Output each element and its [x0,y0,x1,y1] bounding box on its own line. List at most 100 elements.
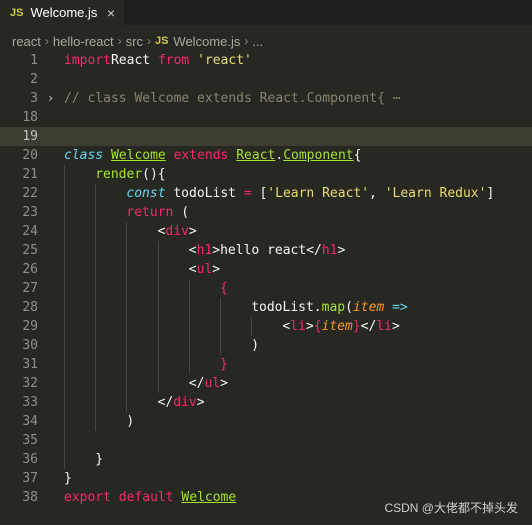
code-token: { [220,281,228,296]
code-token: > [196,395,205,410]
code-line[interactable]: 19 [0,127,532,146]
indent-guide [95,374,97,393]
code-line[interactable]: 32 </ul> [0,374,532,393]
line-number: 20 [22,148,38,163]
code-line[interactable]: 20 class Welcome extends React.Component{ [0,146,532,165]
code-token: ) [251,338,260,353]
javascript-file-icon: JS [154,35,169,47]
code-token: ⋯ [384,91,401,106]
code-line[interactable]: 35 [0,431,532,450]
code-line[interactable]: 2 [0,70,532,89]
watermark: CSDN @大佬都不掉头发 [384,501,518,515]
code-token: map [321,300,346,315]
indent-guide [157,241,159,260]
code-token: Welcome [181,490,237,505]
code-line[interactable]: 26 <ul> [0,260,532,279]
code-token: import [64,53,111,68]
line-number: 24 [22,224,38,239]
tab-welcome-js[interactable]: JS Welcome.js × [0,0,124,25]
close-icon[interactable]: × [107,5,115,21]
code-line[interactable]: 37} [0,469,532,488]
indent-guide [95,260,97,279]
line-number: 37 [22,471,38,486]
code-text: </div> [158,393,205,412]
code-text: <ul> [189,260,220,279]
code-line[interactable]: 36} [0,450,532,469]
code-token: </ [157,395,174,410]
code-token: h1 [321,243,338,258]
code-token: // class Welcome extends React.Component… [64,91,385,106]
code-line[interactable]: 21 render(){ [0,165,532,184]
code-text: } [64,469,72,488]
indent-guide [95,317,97,336]
code-token: todoList [173,186,244,201]
indent-guide [95,222,97,241]
tab-bar: JS Welcome.js × [0,0,532,25]
code-line[interactable]: 3 › // class Welcome extends React.Compone… [0,89,532,108]
chevron-right-icon: › [146,34,151,48]
code-text: const todoList = ['Learn React', 'Learn … [126,184,494,203]
code-text: export default Welcome [64,488,236,507]
code-line[interactable]: 25 <h1>hello react</h1> [0,241,532,260]
indent-guide [64,317,65,336]
indent-guide [157,317,159,336]
indent-guide [126,298,128,317]
code-line[interactable]: 18 [0,108,532,127]
code-token: </ [360,319,377,334]
tab-title: Welcome.js [30,5,98,20]
indent-guide [95,241,97,260]
code-text: ) [251,336,259,355]
indent-guide [64,298,65,317]
indent-guide [220,298,221,317]
line-number: 35 [22,433,38,448]
indent-guide [126,336,128,355]
code-line[interactable]: 1 importReact from 'react' [0,51,532,70]
code-text: { [220,279,228,298]
code-token: } [352,319,361,334]
indent-guide [126,222,128,241]
code-text: } [95,450,103,469]
javascript-file-icon: JS [10,6,24,19]
breadcrumb-item-src[interactable]: src [126,34,143,49]
code-token: h1 [196,243,213,258]
fold-chevron-icon[interactable]: › [47,89,54,108]
code-line[interactable]: 34) [0,412,532,431]
breadcrumb-more[interactable]: ... [252,34,263,49]
code-line[interactable]: 30) [0,336,532,355]
breadcrumb: react › hello-react › src › JS Welcome.j… [0,31,532,51]
code-token: extends [173,148,237,163]
breadcrumb-item-file[interactable]: Welcome.js [173,34,240,49]
breadcrumb-item-react[interactable]: react [12,34,41,49]
code-line[interactable]: 24 <div> [0,222,532,241]
code-line[interactable]: 27 { [0,279,532,298]
code-token: from [157,53,198,68]
line-number: 30 [22,338,38,353]
code-token: > [188,224,197,239]
code-text: ) [126,412,134,431]
code-token: (){ [142,167,166,182]
code-token: } [64,471,72,486]
code-token: { [353,148,362,163]
code-line[interactable]: 33 </div> [0,393,532,412]
line-number: 29 [22,319,38,334]
chevron-right-icon: › [117,34,122,48]
code-token: todoList. [251,300,322,315]
indent-guide [95,298,97,317]
code-token: li [290,319,306,334]
code-line[interactable]: 28 todoList.map(item => [0,298,532,317]
code-token: > [305,319,314,334]
code-token: React [236,148,276,163]
indent-guide [188,279,190,298]
code-line[interactable]: 23 return ( [0,203,532,222]
line-number: 31 [22,357,38,372]
code-token: const [126,186,174,201]
code-line[interactable]: 22 const todoList = ['Learn React', 'Lear… [0,184,532,203]
code-token: Welcome [110,148,166,163]
code-editor[interactable]: 1 importReact from 'react' 2 3 ›// class Wel… [0,51,532,525]
indent-guide [126,355,128,374]
code-line[interactable]: 29 <li>{item}</li> [0,317,532,336]
code-line[interactable]: 31} [0,355,532,374]
code-token: div [165,224,189,239]
breadcrumb-item-hello-react[interactable]: hello-react [53,34,114,49]
